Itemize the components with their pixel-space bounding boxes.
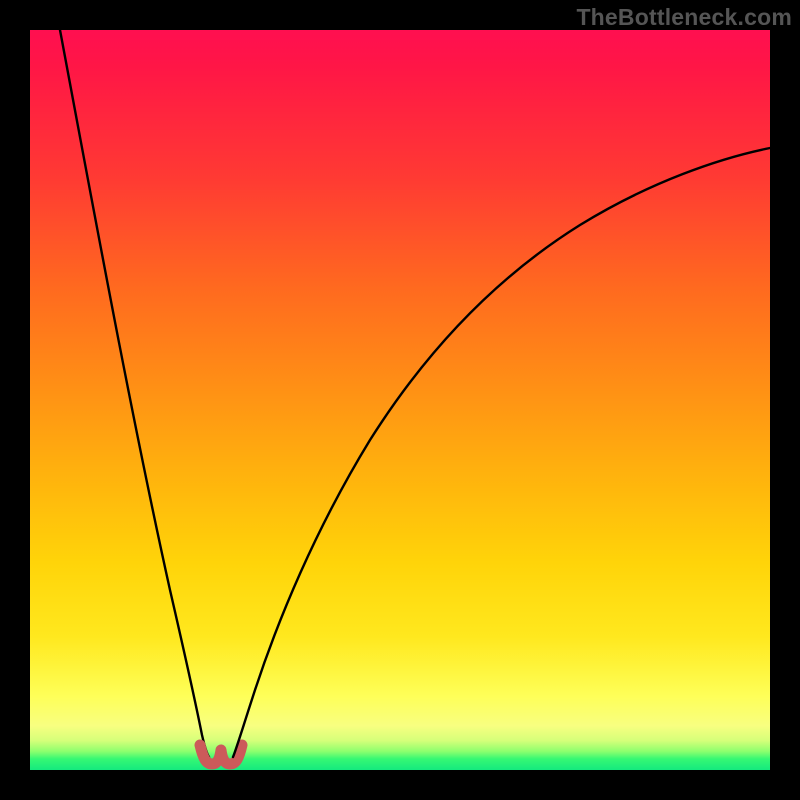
plot-area (30, 30, 770, 770)
curve-layer (30, 30, 770, 770)
left-branch (60, 30, 209, 757)
right-branch (233, 148, 770, 757)
chart-frame: TheBottleneck.com (0, 0, 800, 800)
watermark-text: TheBottleneck.com (576, 4, 792, 31)
